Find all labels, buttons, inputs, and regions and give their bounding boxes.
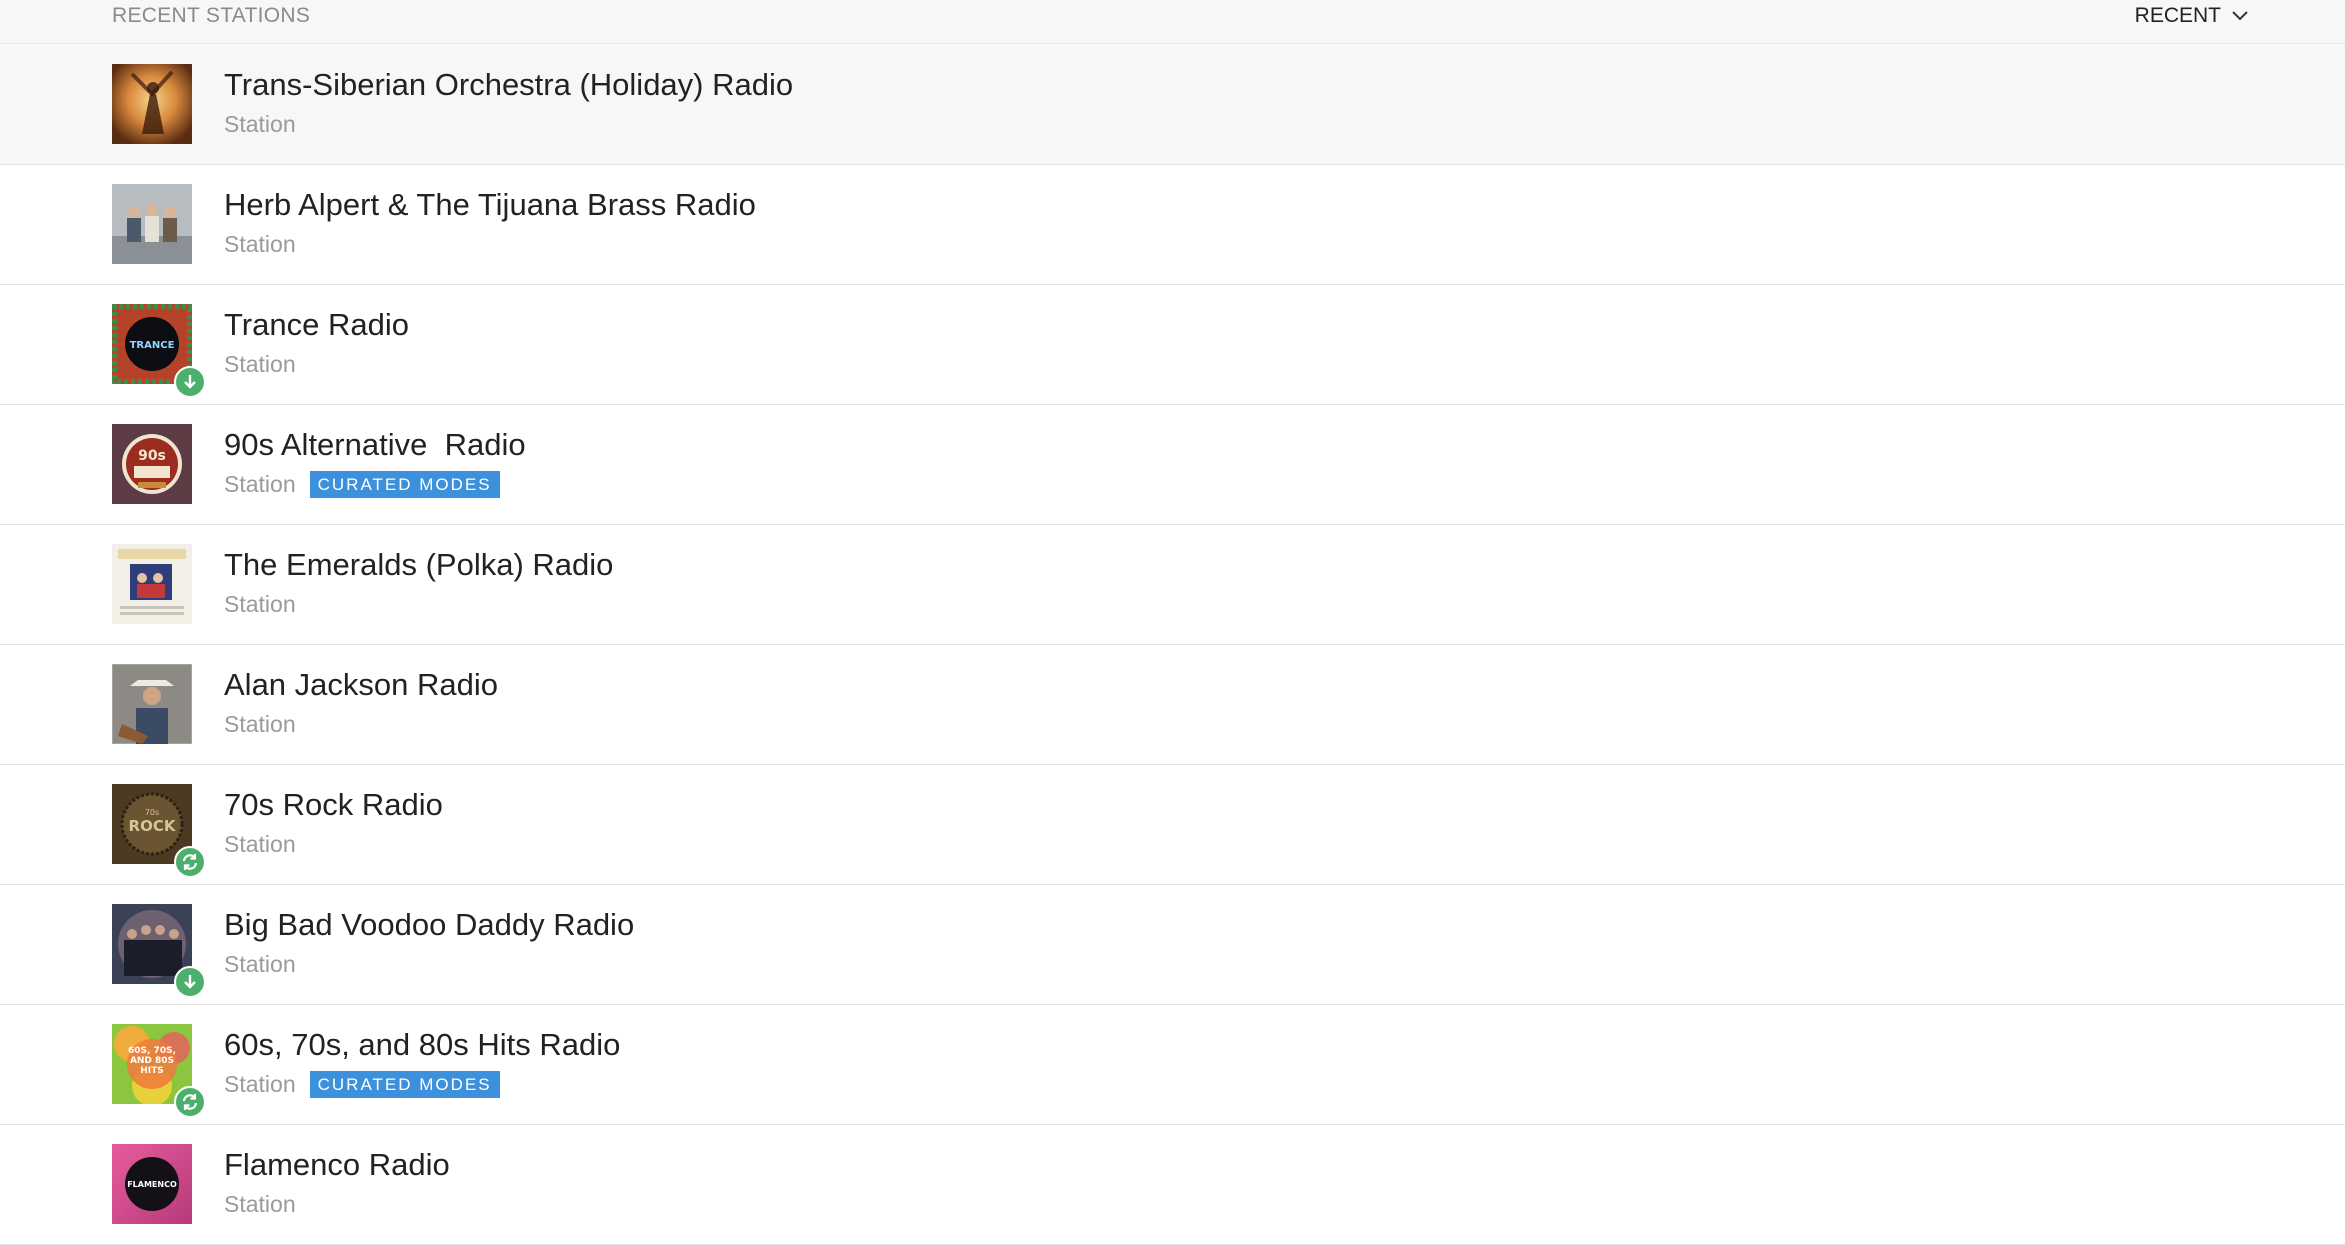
station-type: Station — [224, 1071, 296, 1097]
station-artwork[interactable]: 70s ROCK — [112, 784, 206, 878]
station-row[interactable]: FLAMENCO Flamenco Radio Station — [0, 1125, 2345, 1245]
station-meta: Station — [224, 831, 296, 858]
artwork-label: TRANCE — [130, 340, 175, 351]
station-artwork[interactable] — [112, 664, 192, 744]
station-type: Station — [224, 231, 296, 257]
station-name: Big Bad Voodoo Daddy Radio — [224, 907, 635, 942]
artwork-image: 90s — [112, 424, 192, 504]
artwork-image — [112, 184, 192, 264]
station-row[interactable]: Big Bad Voodoo Daddy Radio Station — [0, 885, 2345, 1005]
station-meta: Station — [224, 951, 296, 978]
station-row[interactable]: The Emeralds (Polka) Radio Station — [0, 525, 2345, 645]
download-icon — [174, 966, 206, 998]
station-type: Station — [224, 951, 296, 977]
sync-icon — [174, 1086, 206, 1118]
sort-dropdown[interactable]: RECENT — [2135, 4, 2249, 28]
station-artwork[interactable] — [112, 544, 192, 624]
station-meta: Station CURATED MODES — [224, 1071, 500, 1098]
curated-modes-badge: CURATED MODES — [309, 471, 500, 498]
artwork-label: 90s — [138, 448, 166, 464]
station-type: Station — [224, 111, 296, 137]
station-name: The Emeralds (Polka) Radio — [224, 547, 614, 582]
artwork-label: 60S, 70S, AND 80S HITS — [128, 1046, 176, 1076]
sort-label: RECENT — [2134, 4, 2221, 27]
station-artwork[interactable] — [112, 904, 206, 998]
artwork-label: ROCK — [129, 817, 177, 835]
artwork-label: FLAMENCO — [127, 1180, 177, 1189]
station-type: Station — [224, 351, 296, 377]
artwork-image: FLAMENCO — [112, 1144, 192, 1224]
chevron-down-icon — [2232, 11, 2248, 21]
station-row[interactable]: Trans-Siberian Orchestra (Holiday) Radio… — [0, 45, 2345, 165]
station-row[interactable]: 70s ROCK 70s Rock Radio Station — [0, 765, 2345, 885]
station-artwork[interactable]: 60S, 70S, AND 80S HITS — [112, 1024, 206, 1118]
station-meta: Station — [224, 231, 296, 258]
station-row[interactable]: TRANCE Trance Radio Station — [0, 285, 2345, 405]
section-header: RECENT STATIONS RECENT — [0, 0, 2345, 44]
artwork-image — [112, 64, 192, 144]
station-row[interactable]: Herb Alpert & The Tijuana Brass Radio Sta… — [0, 165, 2345, 285]
station-artwork[interactable]: TRANCE — [112, 304, 206, 398]
station-type: Station — [224, 1191, 296, 1217]
svg-text:70s: 70s — [145, 808, 159, 817]
station-list: Trans-Siberian Orchestra (Holiday) Radio… — [0, 45, 2345, 1245]
station-row[interactable]: 60S, 70S, AND 80S HITS 60s, 70s, and 80s… — [0, 1005, 2345, 1125]
station-meta: Station CURATED MODES — [224, 471, 500, 498]
station-name: 90s Alternative Radio — [224, 427, 526, 462]
station-meta: Station — [224, 1191, 296, 1218]
station-name: 70s Rock Radio — [224, 787, 443, 822]
curated-modes-badge: CURATED MODES — [309, 1071, 500, 1098]
sync-icon — [174, 846, 206, 878]
station-type: Station — [224, 471, 296, 497]
station-artwork[interactable]: 90s — [112, 424, 192, 504]
station-name: Alan Jackson Radio — [224, 667, 498, 702]
artwork-image — [112, 664, 192, 744]
station-type: Station — [224, 831, 296, 857]
station-meta: Station — [224, 711, 296, 738]
station-name: 60s, 70s, and 80s Hits Radio — [224, 1027, 621, 1062]
station-name: Flamenco Radio — [224, 1147, 450, 1182]
station-artwork[interactable] — [112, 184, 192, 264]
station-artwork[interactable]: FLAMENCO — [112, 1144, 192, 1224]
station-meta: Station — [224, 351, 296, 378]
station-meta: Station — [224, 111, 296, 138]
station-type: Station — [224, 711, 296, 737]
download-icon — [174, 366, 206, 398]
station-name: Trance Radio — [224, 307, 409, 342]
station-row[interactable]: 90s 90s Alternative Radio Station CURATED … — [0, 405, 2345, 525]
station-artwork[interactable] — [112, 64, 192, 144]
station-type: Station — [224, 591, 296, 617]
section-title: RECENT STATIONS — [112, 4, 311, 27]
station-name: Herb Alpert & The Tijuana Brass Radio — [224, 187, 756, 222]
station-name: Trans-Siberian Orchestra (Holiday) Radio — [224, 67, 794, 102]
station-meta: Station — [224, 591, 296, 618]
artwork-image — [112, 544, 192, 624]
station-row[interactable]: Alan Jackson Radio Station — [0, 645, 2345, 765]
